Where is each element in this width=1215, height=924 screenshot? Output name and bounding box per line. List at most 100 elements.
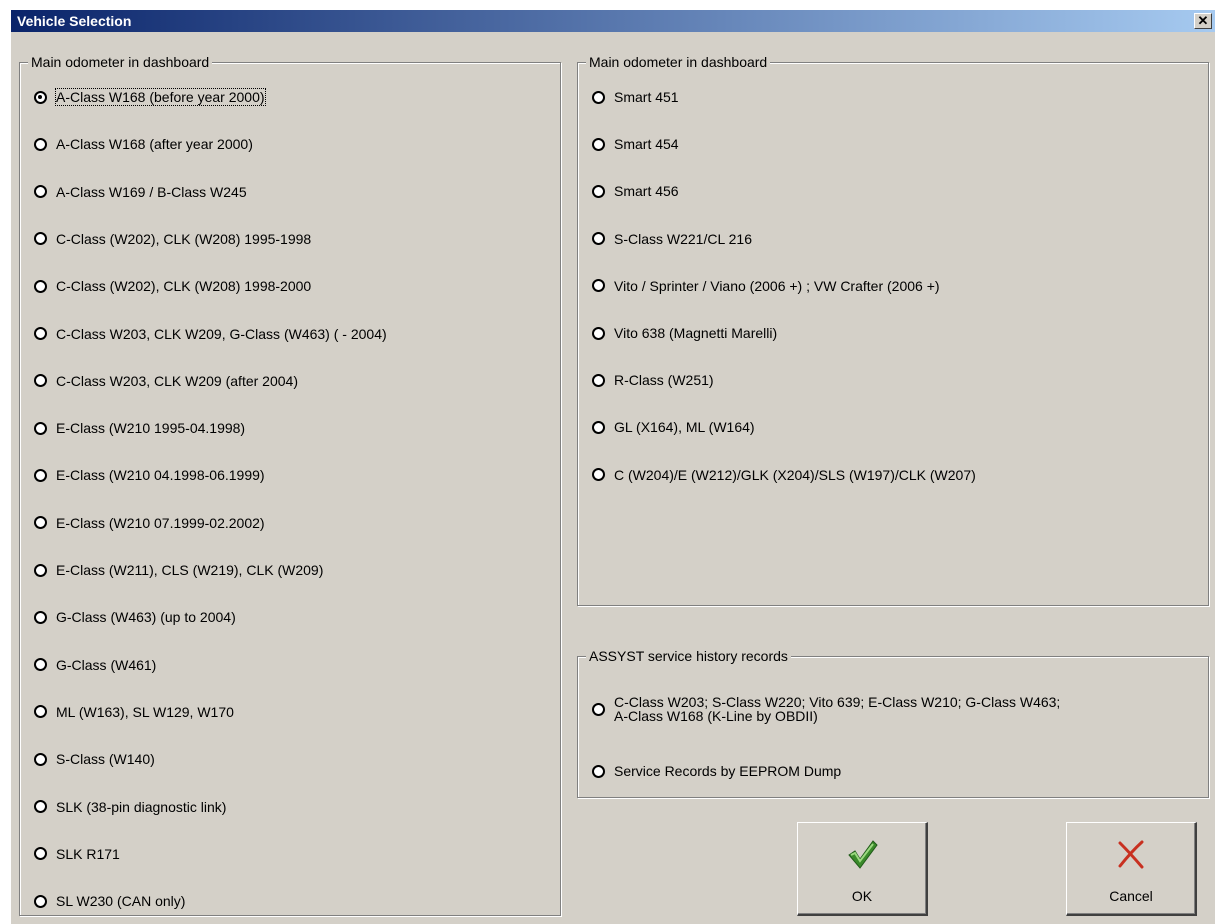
right-odometer-option-label: GL (X164), ML (W164) — [614, 419, 755, 436]
radio-button[interactable] — [34, 374, 47, 388]
radio-button[interactable] — [34, 800, 47, 813]
radio-button[interactable] — [592, 137, 605, 151]
radio-button[interactable] — [592, 764, 605, 778]
radio-button[interactable] — [592, 373, 605, 387]
radio-button[interactable] — [34, 610, 47, 624]
left-odometer-option-label: ML (W163), SL W129, W170 — [56, 703, 234, 720]
radio-button[interactable] — [34, 468, 47, 482]
right-odometer-option[interactable]: Smart 454 — [592, 136, 679, 152]
left-group-legend: Main odometer in dashboard — [28, 54, 213, 70]
radio-button[interactable] — [34, 894, 47, 908]
radio-button[interactable] — [34, 90, 47, 104]
ok-button[interactable]: OK — [797, 822, 928, 916]
close-icon: ✕ — [1197, 13, 1209, 28]
close-button[interactable]: ✕ — [1194, 13, 1212, 29]
assyst-option-eeprom-label: Service Records by EEPROM Dump — [614, 763, 842, 779]
radio-button[interactable] — [34, 516, 47, 530]
radio-button[interactable] — [34, 705, 47, 719]
right-odometer-option-label: Smart 451 — [614, 89, 679, 105]
left-odometer-option[interactable]: SLK R171 — [34, 846, 120, 862]
radio-button[interactable] — [34, 563, 47, 577]
left-odometer-option[interactable]: G-Class (W461) — [34, 657, 156, 673]
left-odometer-option-label: SLK R171 — [56, 845, 120, 862]
radio-button[interactable] — [34, 137, 47, 151]
left-odometer-option[interactable]: S-Class (W140) — [34, 751, 155, 767]
left-odometer-option-label: S-Class (W140) — [56, 751, 155, 768]
left-odometer-option-label: SLK (38-pin diagnostic link) — [56, 798, 227, 815]
assyst-option-eeprom[interactable]: Service Records by EEPROM Dump — [592, 763, 841, 779]
left-odometer-option[interactable]: A-Class W168 (before year 2000) — [34, 88, 266, 106]
right-odometer-option-label: Vito / Sprinter / Viano (2006 +) ; VW Cr… — [614, 277, 940, 294]
left-odometer-option-label: C-Class W203, CLK W209, G-Class (W463) (… — [56, 325, 387, 342]
assyst-group: ASSYST service history records C-Class W… — [577, 648, 1209, 798]
right-odometer-option[interactable]: GL (X164), ML (W164) — [592, 419, 755, 435]
left-odometer-option[interactable]: E-Class (W210 1995-04.1998) — [34, 420, 245, 436]
left-odometer-option[interactable]: A-Class W168 (after year 2000) — [34, 136, 253, 152]
radio-button[interactable] — [34, 232, 47, 246]
right-odometer-option[interactable]: S-Class W221/CL 216 — [592, 231, 752, 247]
radio-button[interactable] — [592, 184, 605, 198]
right-odometer-option-label: Smart 454 — [614, 136, 679, 153]
left-odometer-option-label: E-Class (W210 07.1999-02.2002) — [56, 514, 265, 531]
assyst-group-legend: ASSYST service history records — [586, 648, 791, 664]
left-odometer-option[interactable]: C-Class (W202), CLK (W208) 1998-2000 — [34, 278, 311, 294]
assyst-option-k-line-line2: A-Class W168 (K-Line by OBDII) — [614, 708, 818, 724]
x-cross-icon — [1118, 840, 1144, 869]
right-odometer-option[interactable]: Smart 451 — [592, 89, 679, 105]
right-odometer-option[interactable]: R-Class (W251) — [592, 372, 714, 388]
left-odometer-option-label: SL W230 (CAN only) — [56, 893, 186, 910]
window-title: Vehicle Selection — [17, 13, 132, 29]
left-odometer-option[interactable]: C-Class (W202), CLK (W208) 1995-1998 — [34, 231, 311, 247]
left-odometer-option[interactable]: ML (W163), SL W129, W170 — [34, 704, 234, 720]
left-odometer-group: Main odometer in dashboard A-Class W168 … — [19, 54, 561, 916]
left-odometer-option-label: E-Class (W211), CLS (W219), CLK (W209) — [56, 562, 324, 578]
title-bar[interactable]: Vehicle Selection ✕ — [11, 10, 1215, 32]
ok-button-label: OK — [851, 888, 873, 904]
radio-button[interactable] — [592, 468, 605, 482]
right-odometer-option[interactable]: Vito 638 (Magnetti Marelli) — [592, 325, 777, 341]
left-odometer-option-label: G-Class (W461) — [56, 656, 157, 673]
cancel-button-label: Cancel — [1109, 888, 1153, 904]
left-odometer-option-label: C-Class (W202), CLK (W208) 1995-1998 — [56, 230, 312, 247]
radio-button[interactable] — [34, 752, 47, 766]
left-odometer-option[interactable]: C-Class W203, CLK W209, G-Class (W463) (… — [34, 326, 387, 342]
left-odometer-option[interactable]: E-Class (W210 07.1999-02.2002) — [34, 515, 265, 531]
left-odometer-option[interactable]: G-Class (W463) (up to 2004) — [34, 609, 236, 625]
left-odometer-option-label: G-Class (W463) (up to 2004) — [56, 609, 236, 626]
left-odometer-option[interactable]: E-Class (W210 04.1998-06.1999) — [34, 467, 265, 483]
right-odometer-option-label: S-Class W221/CL 216 — [614, 230, 752, 247]
left-odometer-option[interactable]: E-Class (W211), CLS (W219), CLK (W209) — [34, 562, 323, 578]
left-odometer-option[interactable]: C-Class W203, CLK W209 (after 2004) — [34, 373, 298, 389]
right-odometer-option-label: R-Class (W251) — [614, 372, 714, 389]
left-odometer-option[interactable]: SL W230 (CAN only) — [34, 893, 185, 909]
radio-button[interactable] — [592, 326, 605, 340]
cancel-button[interactable]: Cancel — [1066, 822, 1197, 916]
radio-button[interactable] — [592, 232, 605, 246]
radio-button[interactable] — [34, 279, 47, 293]
radio-button[interactable] — [34, 185, 47, 199]
radio-button[interactable] — [34, 658, 47, 672]
radio-button[interactable] — [592, 279, 605, 293]
radio-button[interactable] — [34, 421, 47, 435]
left-odometer-option-label: C-Class W203, CLK W209 (after 2004) — [56, 372, 298, 389]
left-odometer-option-label: E-Class (W210 1995-04.1998) — [56, 420, 246, 437]
radio-button[interactable] — [34, 847, 47, 861]
radio-button[interactable] — [592, 702, 605, 716]
right-odometer-option[interactable]: C (W204)/E (W212)/GLK (X204)/SLS (W197)/… — [592, 467, 976, 483]
right-odometer-option[interactable]: Vito / Sprinter / Viano (2006 +) ; VW Cr… — [592, 278, 940, 294]
radio-button[interactable] — [592, 420, 605, 434]
right-odometer-group: Main odometer in dashboard Smart 451 Smar… — [577, 54, 1209, 606]
radio-button[interactable] — [592, 90, 605, 104]
left-odometer-option[interactable]: SLK (38-pin diagnostic link) — [34, 799, 226, 815]
left-odometer-option-label: E-Class (W210 04.1998-06.1999) — [56, 467, 265, 484]
vehicle-selection-dialog: Vehicle Selection ✕ Main odometer in das… — [11, 10, 1215, 924]
left-odometer-option-label: A-Class W169 / B-Class W245 — [56, 183, 247, 200]
radio-button[interactable] — [34, 327, 47, 340]
right-odometer-option[interactable]: Smart 456 — [592, 183, 679, 199]
right-group-legend: Main odometer in dashboard — [586, 54, 771, 70]
left-odometer-option[interactable]: A-Class W169 / B-Class W245 — [34, 184, 247, 200]
right-odometer-option-label: Vito 638 (Magnetti Marelli) — [614, 325, 778, 341]
left-odometer-option-label: A-Class W168 (after year 2000) — [56, 136, 253, 153]
assyst-option-k-line[interactable]: C-Class W203; S-Class W220; Vito 639; E-… — [592, 695, 1060, 723]
checkmark-icon — [848, 840, 878, 869]
